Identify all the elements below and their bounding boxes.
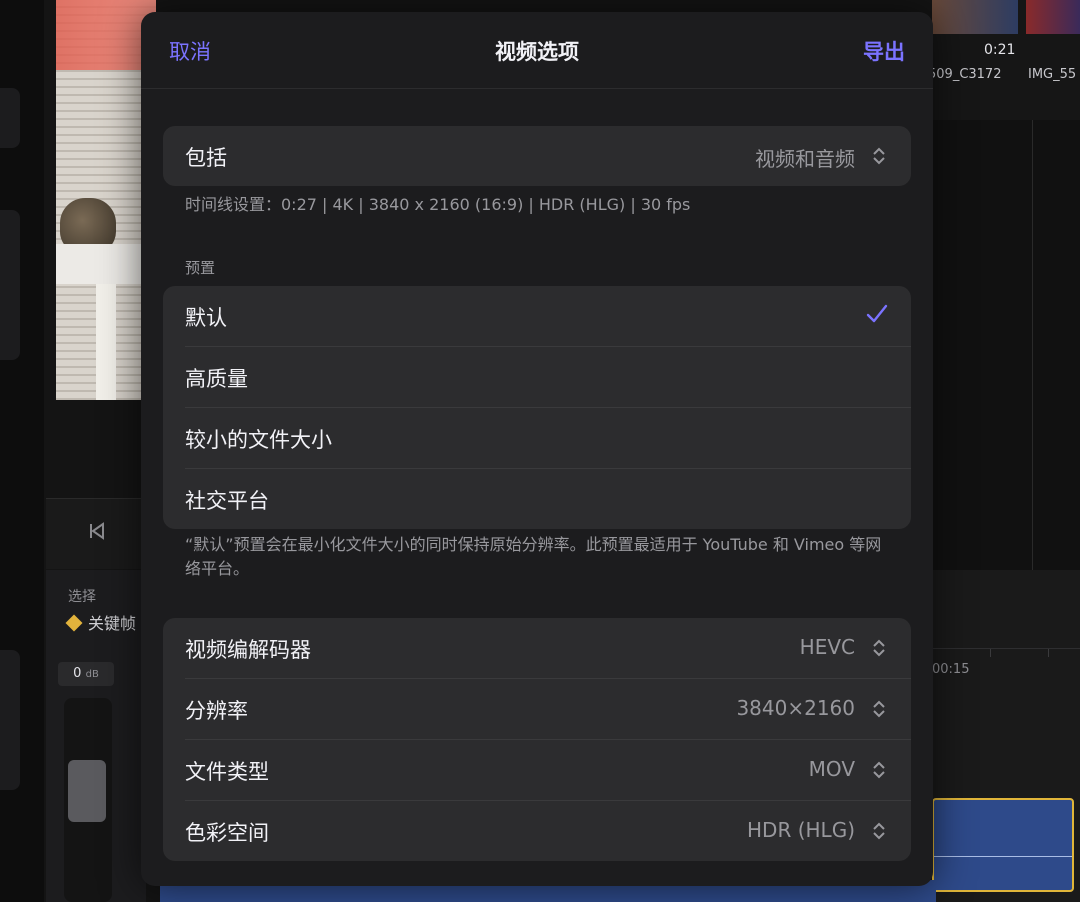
preset-list: 默认 高质量 较小的文件大小 社交平台 [163,286,911,529]
keyframe-diamond-icon [65,614,83,632]
setting-value: HDR (HLG) [747,818,855,842]
toolbar-tab [0,650,20,790]
preset-option-smaller-file[interactable]: 较小的文件大小 [185,408,911,469]
setting-label: 分辨率 [185,699,248,723]
setting-label: 视频编解码器 [185,638,311,662]
export-settings-group: 视频编解码器 HEVC 分辨率 3840×2160 文件类型 MOV 色彩空间 … [163,618,911,861]
preview-image-region [96,284,116,400]
inspector-panel: 选择 关键帧 0 dB [46,570,146,902]
toolbar-tab [0,210,20,360]
audio-level-line [934,856,1072,857]
chevron-up-down-icon [873,147,885,165]
keyframe-section-label: 选择 [68,589,96,605]
video-codec-selector[interactable]: 视频编解码器 HEVC [185,618,911,679]
keyframe-text: 关键帧 [88,614,137,633]
preset-section-header: 预置 [185,259,216,277]
preset-option-social[interactable]: 社交平台 [185,469,911,529]
media-browser-area [932,120,1080,570]
clip-name: 509_C3172 [928,67,1002,82]
checkmark-icon [866,304,888,323]
dialog-title: 视频选项 [495,40,579,64]
setting-label: 色彩空间 [185,821,269,845]
color-space-selector[interactable]: 色彩空间 HDR (HLG) [185,801,911,861]
timeline: 00:15 [932,570,1080,902]
include-label: 包括 [185,146,227,170]
setting-value: 3840×2160 [736,696,855,720]
dialog-header: 取消 视频选项 导出 [141,12,933,89]
chevron-up-down-icon [873,700,885,718]
toolbar-tab [0,88,20,148]
file-type-selector[interactable]: 文件类型 MOV [185,740,911,801]
timeline-clip[interactable] [932,798,1074,892]
divider [1032,120,1033,570]
preset-description: “默认”预置会在最小化文件大小的同时保持原始分辨率。此预置最适用于 YouTub… [185,535,882,578]
preset-label: 社交平台 [185,489,269,513]
clip-thumbnail[interactable] [932,0,1018,34]
preset-label: 较小的文件大小 [185,428,332,452]
preset-label: 高质量 [185,367,248,391]
export-button[interactable]: 导出 [863,36,905,66]
timeline-ruler [932,648,1080,657]
include-selector[interactable]: 包括 视频和音频 [185,126,911,186]
clip-duration: 0:21 [984,42,1016,58]
volume-unit: dB [85,669,99,680]
volume-slider-handle[interactable] [68,760,106,822]
volume-readout: 0 dB [58,662,114,686]
chevron-up-down-icon [873,761,885,779]
setting-value: MOV [808,757,855,781]
skip-back-icon[interactable] [88,521,106,545]
keyframe-button[interactable]: 关键帧 [65,610,137,634]
timecode-label: 00:15 [932,662,970,677]
include-value: 视频和音频 [755,147,855,171]
chevron-up-down-icon [873,822,885,840]
video-options-dialog: 取消 视频选项 导出 包括 视频和音频 时间线设置：0:27 | 4K | 38… [141,12,933,886]
setting-value: HEVC [799,635,855,659]
include-group: 包括 视频和音频 [163,126,911,186]
resolution-selector[interactable]: 分辨率 3840×2160 [185,679,911,740]
preset-option-default[interactable]: 默认 [185,286,911,347]
timeline-settings-text: 时间线设置：0:27 | 4K | 3840 x 2160 (16:9) | H… [185,195,691,214]
setting-label: 文件类型 [185,760,269,784]
chevron-up-down-icon [873,639,885,657]
transport-bar [46,498,146,569]
media-browser: 0:21 509_C3172 IMG_55 [928,0,1080,120]
preset-option-high-quality[interactable]: 高质量 [185,347,911,408]
clip-name: IMG_55 [1028,67,1077,82]
clip-thumbnail[interactable] [1026,0,1080,34]
preset-label: 默认 [185,306,227,330]
volume-value: 0 [73,666,82,681]
background-left-toolbar [0,0,44,902]
